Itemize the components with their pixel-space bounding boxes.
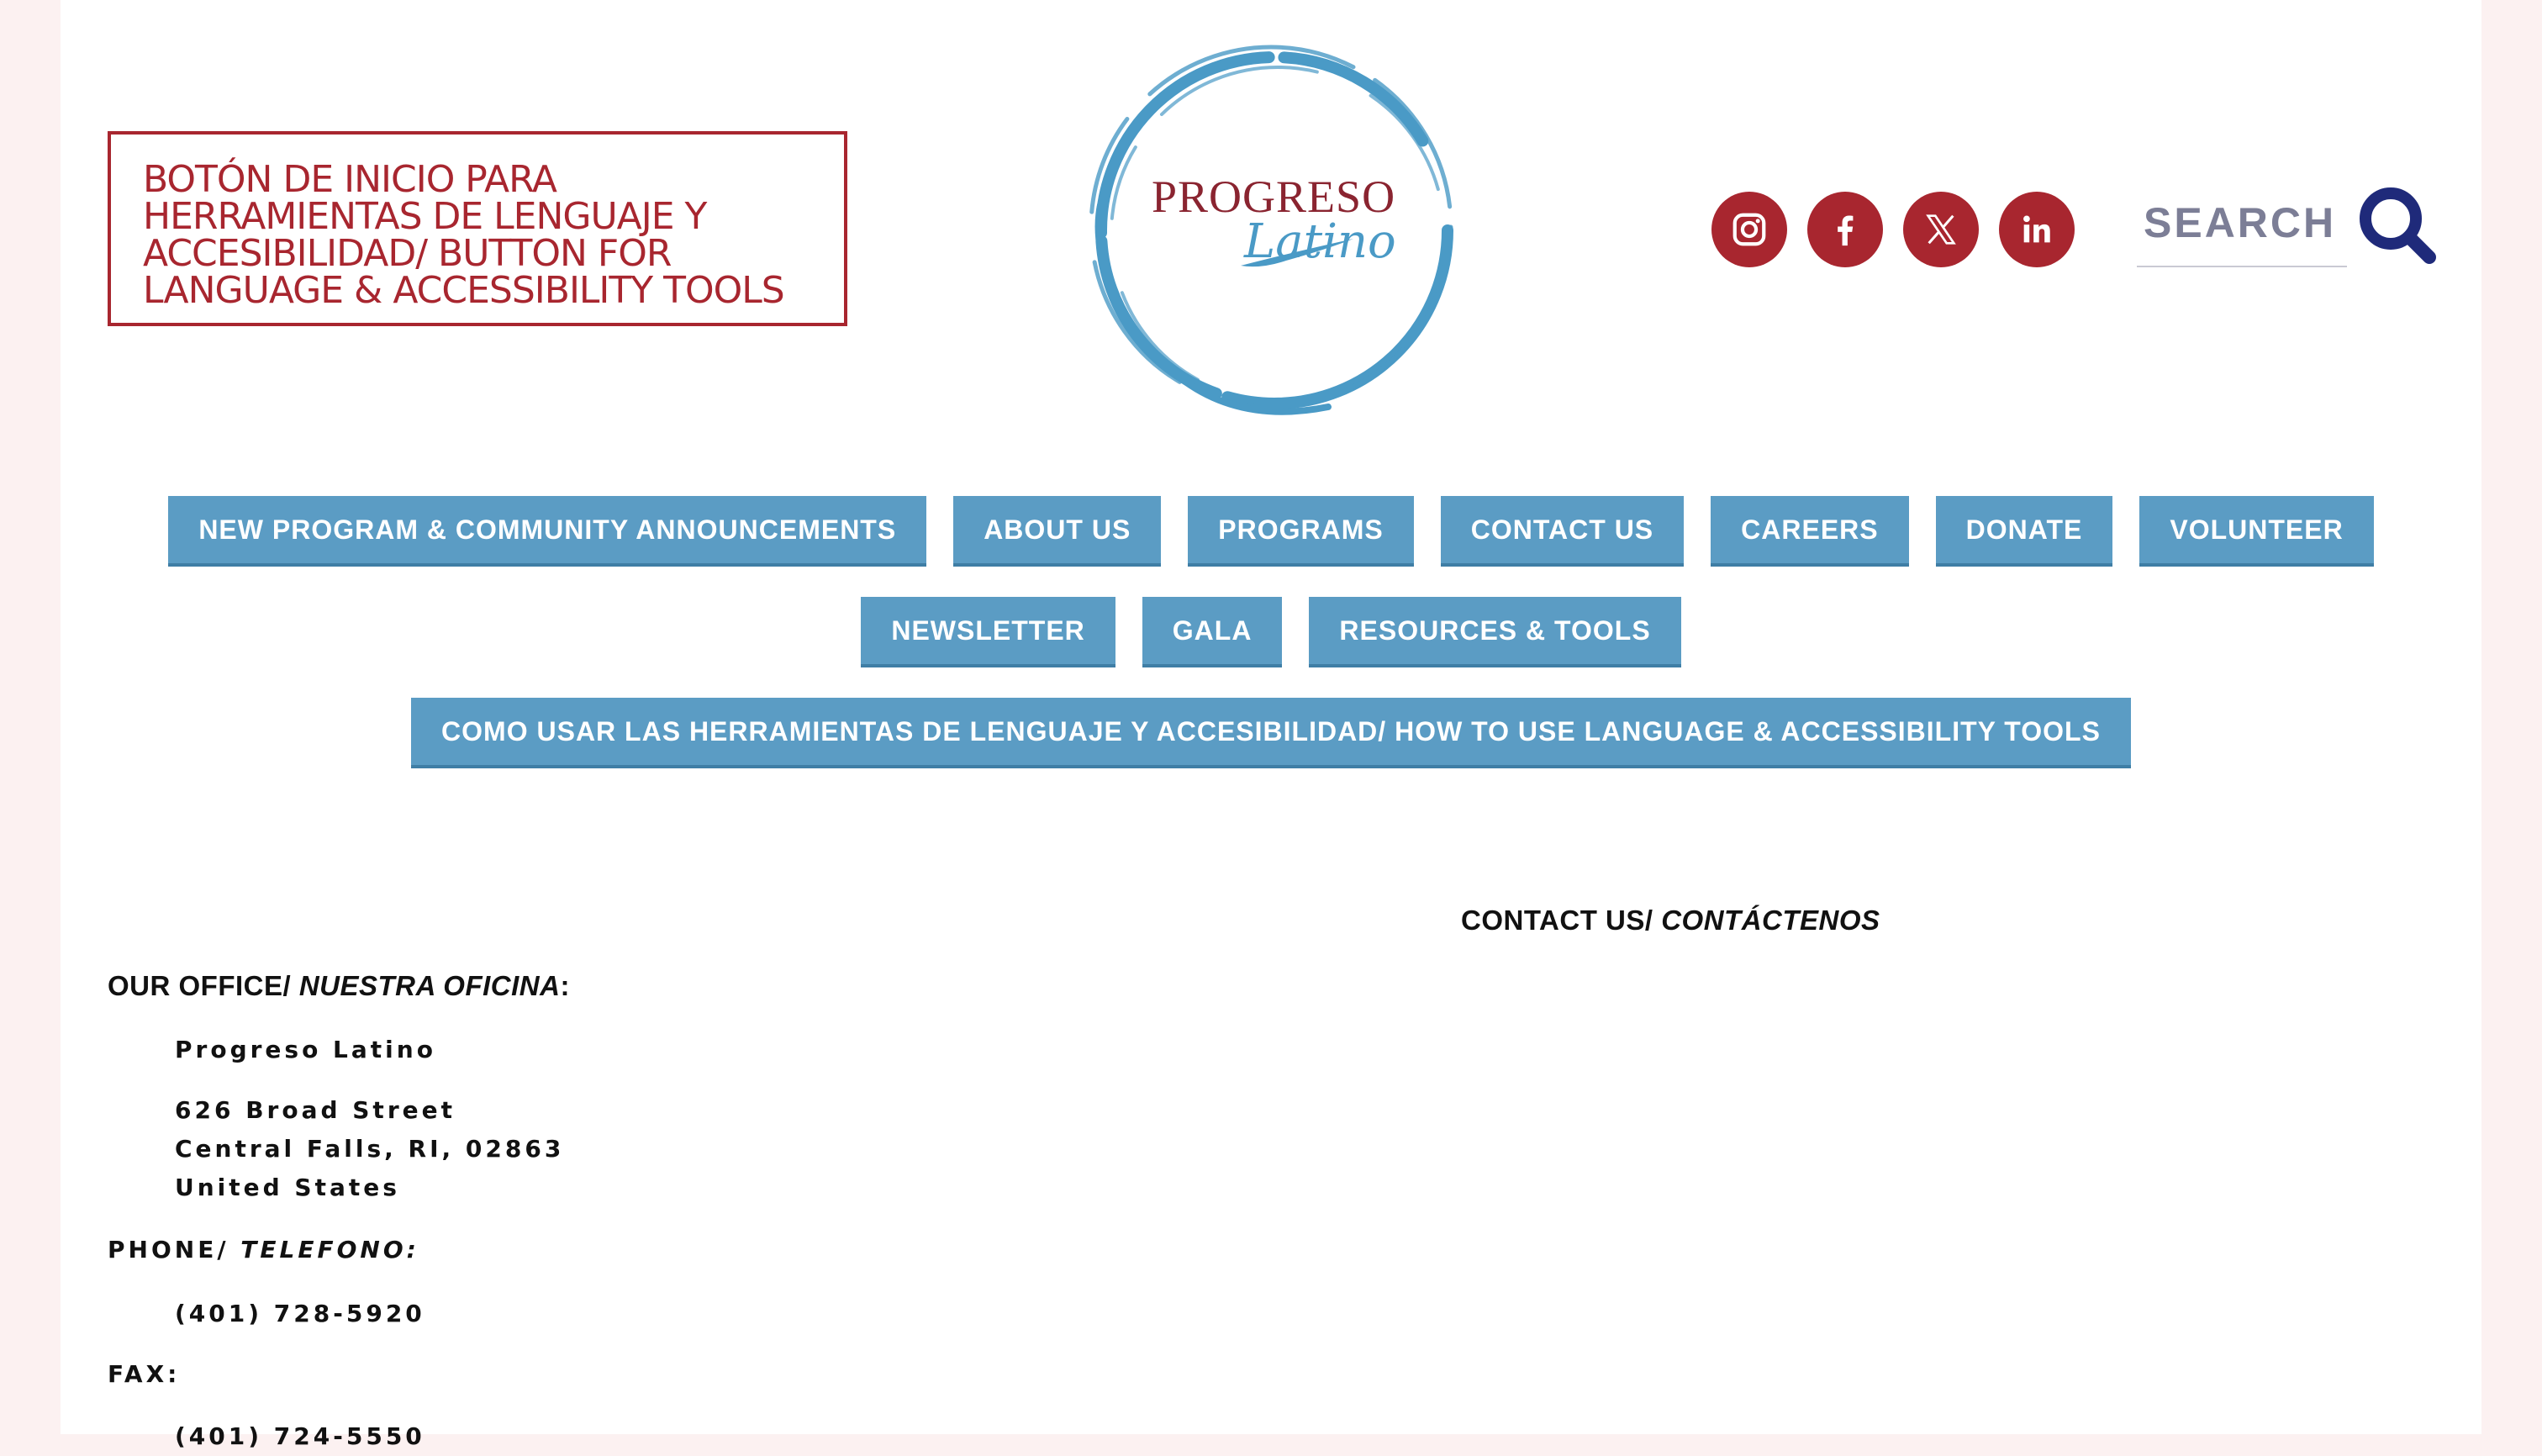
- nav-gala[interactable]: GALA: [1142, 597, 1283, 667]
- phone-label: PHONE/ TELEFONO:: [108, 1231, 419, 1269]
- progreso-latino-logo[interactable]: PROGRESO Latino: [1076, 29, 1479, 432]
- search-icon: [2360, 187, 2436, 264]
- office-heading-colon: :: [560, 970, 570, 1001]
- instagram-link[interactable]: [1711, 192, 1787, 267]
- phone-label-plain: PHONE/: [108, 1236, 241, 1263]
- phone-label-italic: TELEFONO:: [240, 1236, 419, 1263]
- contact-heading-plain: CONTACT US/: [1461, 905, 1662, 936]
- linkedin-icon: [2023, 215, 2050, 243]
- nav-resources-tools[interactable]: RESOURCES & TOOLS: [1309, 597, 1681, 667]
- social-links: [1711, 192, 2075, 267]
- a11y-button-line-1: BOTÓN DE INICIO PARA: [143, 158, 557, 201]
- nav-donate[interactable]: DONATE: [1935, 496, 2113, 567]
- x-icon: [1926, 214, 1956, 245]
- office-heading-italic: NUESTRA OFICINA: [298, 970, 561, 1001]
- phone-number[interactable]: (401) 728-5920: [175, 1295, 425, 1333]
- our-office-heading: OUR OFFICE/ NUESTRA OFICINA:: [108, 970, 570, 1002]
- page: BOTÓN DE INICIO PARA HERRAMIENTAS DE LEN…: [61, 0, 2481, 1450]
- address-line-2: Central Falls, RI, 02863: [175, 1135, 565, 1163]
- fax-label: FAX:: [108, 1360, 181, 1388]
- nav-newsletter[interactable]: NEWSLETTER: [861, 597, 1115, 667]
- contact-us-heading: CONTACT US/ CONTÁCTENOS: [1461, 905, 1880, 936]
- logo-word-latino: Latino: [1243, 214, 1396, 269]
- a11y-button-line-3: ACCESIBILIDAD/ BUTTON FOR: [143, 232, 672, 275]
- a11y-button-line-4: LANGUAGE & ACCESSIBILITY TOOLS: [143, 269, 785, 312]
- nav-how-to-use-accessibility-tools[interactable]: COMO USAR LAS HERRAMIENTAS DE LENGUAJE Y…: [411, 698, 2131, 768]
- nav-contact-us[interactable]: CONTACT US: [1440, 496, 1685, 567]
- address-line-3: United States: [175, 1174, 400, 1201]
- contact-heading-italic: CONTÁCTENOS: [1661, 905, 1880, 936]
- nav-new-program-announcements[interactable]: NEW PROGRAM & COMMUNITY ANNOUNCEMENTS: [168, 496, 927, 567]
- nav-about-us[interactable]: ABOUT US: [953, 496, 1162, 567]
- address-line-1: 626 Broad Street: [175, 1096, 456, 1124]
- search-field: [2137, 185, 2354, 267]
- facebook-icon: [1838, 215, 1854, 246]
- instagram-icon: [1732, 213, 1766, 246]
- address-block: 626 Broad Street Central Falls, RI, 0286…: [175, 1091, 564, 1207]
- language-accessibility-tools-button[interactable]: BOTÓN DE INICIO PARA HERRAMIENTAS DE LEN…: [108, 131, 847, 326]
- org-name: Progreso Latino: [175, 1036, 436, 1063]
- office-heading-plain: OUR OFFICE/: [108, 970, 299, 1001]
- search-button[interactable]: [2355, 185, 2439, 269]
- main-nav-row-3: COMO USAR LAS HERRAMIENTAS DE LENGUAJE Y…: [61, 698, 2481, 768]
- fax-number: (401) 724-5550: [175, 1422, 425, 1450]
- a11y-button-line-2: HERRAMIENTAS DE LENGUAJE Y: [143, 195, 707, 238]
- main-nav-row-1: NEW PROGRAM & COMMUNITY ANNOUNCEMENTS AB…: [61, 496, 2481, 567]
- nav-programs[interactable]: PROGRAMS: [1188, 496, 1414, 567]
- linkedin-link[interactable]: [1999, 192, 2075, 267]
- logo-circle-icon: PROGRESO Latino: [1089, 45, 1453, 415]
- nav-careers[interactable]: CAREERS: [1711, 496, 1909, 567]
- nav-volunteer[interactable]: VOLUNTEER: [2139, 496, 2374, 567]
- main-nav-row-2: NEWSLETTER GALA RESOURCES & TOOLS: [61, 597, 2481, 667]
- x-link[interactable]: [1903, 192, 1979, 267]
- facebook-link[interactable]: [1807, 192, 1883, 267]
- search-input[interactable]: [2137, 185, 2354, 261]
